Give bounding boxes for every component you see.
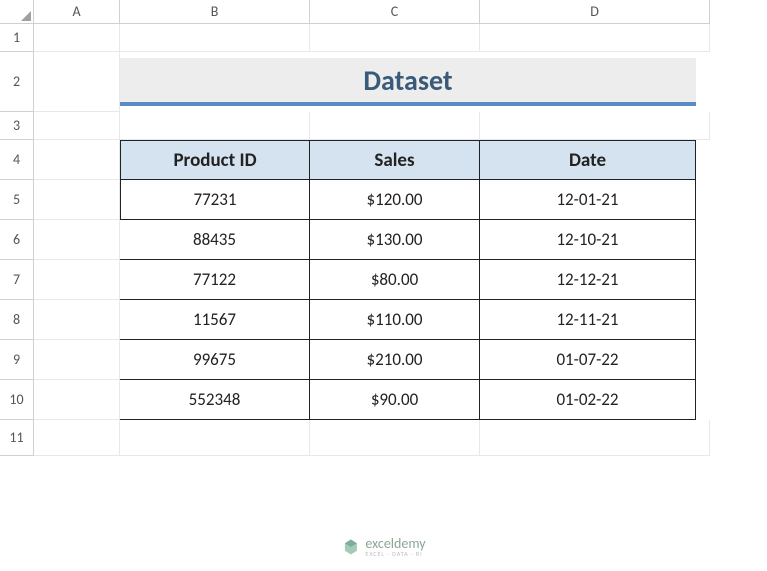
cell-date[interactable]: 12-10-21 bbox=[480, 220, 696, 260]
row-header-10[interactable]: 10 bbox=[0, 380, 34, 420]
cell[interactable] bbox=[34, 140, 120, 180]
header-date[interactable]: Date bbox=[480, 140, 696, 180]
cell[interactable] bbox=[310, 420, 480, 456]
cell[interactable] bbox=[120, 420, 310, 456]
watermark: exceldemy EXCEL · DATA · BI bbox=[341, 537, 425, 557]
watermark-main-text: exceldemy bbox=[365, 537, 425, 551]
cell-sales[interactable]: $210.00 bbox=[310, 340, 480, 380]
header-product-id[interactable]: Product ID bbox=[120, 140, 310, 180]
cell[interactable] bbox=[480, 420, 710, 456]
cell-sales[interactable]: $110.00 bbox=[310, 300, 480, 340]
cell-date[interactable]: 01-02-22 bbox=[480, 380, 696, 420]
cell[interactable] bbox=[34, 420, 120, 456]
col-header-b[interactable]: B bbox=[120, 0, 310, 24]
cell-sales[interactable]: $90.00 bbox=[310, 380, 480, 420]
row-header-8[interactable]: 8 bbox=[0, 300, 34, 340]
cell[interactable] bbox=[480, 24, 710, 52]
select-all-corner[interactable] bbox=[0, 0, 34, 24]
row-header-11[interactable]: 11 bbox=[0, 420, 34, 456]
cell[interactable] bbox=[34, 24, 120, 52]
cell-product-id[interactable]: 552348 bbox=[120, 380, 310, 420]
cell[interactable] bbox=[480, 112, 710, 140]
cell[interactable] bbox=[120, 24, 310, 52]
col-header-a[interactable]: A bbox=[34, 0, 120, 24]
col-header-d[interactable]: D bbox=[480, 0, 710, 24]
cell-sales[interactable]: $130.00 bbox=[310, 220, 480, 260]
cell[interactable] bbox=[34, 52, 120, 112]
cell-sales[interactable]: $80.00 bbox=[310, 260, 480, 300]
cell-product-id[interactable]: 88435 bbox=[120, 220, 310, 260]
cell[interactable] bbox=[310, 24, 480, 52]
row-header-5[interactable]: 5 bbox=[0, 180, 34, 220]
spreadsheet-grid: A B C D 1 2 Dataset 3 4 5 6 7 8 9 10 11 … bbox=[0, 0, 767, 456]
row-header-2[interactable]: 2 bbox=[0, 52, 34, 112]
cell[interactable] bbox=[34, 220, 120, 260]
row-header-7[interactable]: 7 bbox=[0, 260, 34, 300]
cell[interactable] bbox=[34, 260, 120, 300]
cell[interactable] bbox=[34, 112, 120, 140]
cell-date[interactable]: 01-07-22 bbox=[480, 340, 696, 380]
data-table: Product ID Sales Date 77231 $120.00 12-0… bbox=[120, 140, 696, 420]
cell[interactable] bbox=[120, 112, 310, 140]
cell-date[interactable]: 12-12-21 bbox=[480, 260, 696, 300]
cell[interactable] bbox=[34, 380, 120, 420]
cell-product-id[interactable]: 99675 bbox=[120, 340, 310, 380]
exceldemy-logo-icon bbox=[341, 538, 359, 556]
cell[interactable] bbox=[310, 112, 480, 140]
cell-date[interactable]: 12-01-21 bbox=[480, 180, 696, 220]
dataset-title[interactable]: Dataset bbox=[120, 58, 696, 106]
cell[interactable] bbox=[34, 300, 120, 340]
row-header-3[interactable]: 3 bbox=[0, 112, 34, 140]
cell-product-id[interactable]: 11567 bbox=[120, 300, 310, 340]
row-header-4[interactable]: 4 bbox=[0, 140, 34, 180]
row-header-9[interactable]: 9 bbox=[0, 340, 34, 380]
header-sales[interactable]: Sales bbox=[310, 140, 480, 180]
row-header-1[interactable]: 1 bbox=[0, 24, 34, 52]
col-header-c[interactable]: C bbox=[310, 0, 480, 24]
cell[interactable] bbox=[34, 340, 120, 380]
cell-product-id[interactable]: 77231 bbox=[120, 180, 310, 220]
row-header-6[interactable]: 6 bbox=[0, 220, 34, 260]
cell-sales[interactable]: $120.00 bbox=[310, 180, 480, 220]
cell-product-id[interactable]: 77122 bbox=[120, 260, 310, 300]
cell-date[interactable]: 12-11-21 bbox=[480, 300, 696, 340]
cell[interactable] bbox=[34, 180, 120, 220]
watermark-sub-text: EXCEL · DATA · BI bbox=[365, 551, 425, 557]
